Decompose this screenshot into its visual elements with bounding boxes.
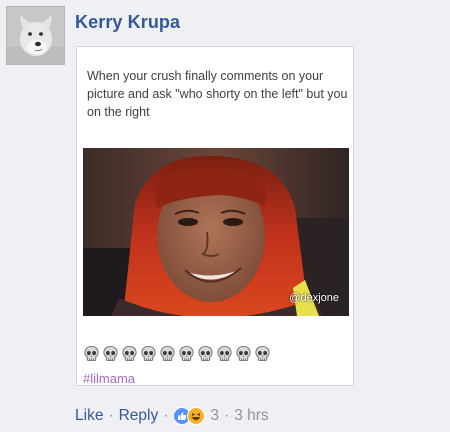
skull-emoji-icon [198,345,213,362]
comment-author-name[interactable]: Kerry Krupa [75,12,180,33]
hashtag-link[interactable]: #lilmama [83,371,135,386]
skull-emoji-icon [141,345,156,362]
comment-timestamp[interactable]: 3 hrs [234,407,268,425]
skull-emoji-icon [103,345,118,362]
skull-emoji-row [83,345,271,363]
like-link[interactable]: Like [75,407,103,425]
skull-emoji-icon [160,345,175,362]
skull-emoji-icon [217,345,232,362]
meme-caption-text: When your crush finally comments on your… [87,69,348,119]
reaction-summary[interactable] [173,407,206,425]
meme-photo-illustration [83,148,349,316]
skull-emoji-icon [122,345,137,362]
skull-emoji-icon [236,345,251,362]
separator-dot: · [163,407,169,424]
comment-actions-bar: Like · Reply · 3 · 3 hrs [75,405,269,427]
haha-reaction-icon [187,407,206,425]
skull-emoji-icon [255,345,270,362]
reply-link[interactable]: Reply [119,407,159,425]
skull-emoji-icon [179,345,194,362]
avatar[interactable] [6,6,65,65]
photo-watermark: @dexjone [289,292,339,304]
skull-emoji-icon [84,345,99,362]
meme-image-attachment[interactable]: When your crush finally comments on your… [76,46,354,386]
facebook-comment: Kerry Krupa When your crush finally comm… [0,0,450,432]
doge-avatar-image [7,7,64,64]
reaction-count[interactable]: 3 [210,407,219,425]
meme-photo: @dexjone [83,148,349,316]
separator-dot: · [108,407,114,424]
separator-dot: · [224,407,230,424]
